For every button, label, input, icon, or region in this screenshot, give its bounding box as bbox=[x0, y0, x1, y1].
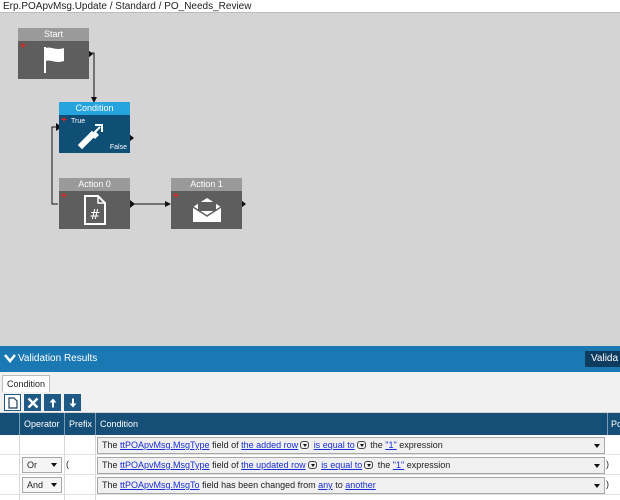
grid-header: Operator Prefix Condition Po bbox=[0, 413, 620, 435]
node-action0-title: Action 0 bbox=[59, 178, 130, 191]
delete-condition-button[interactable] bbox=[24, 394, 41, 411]
condition-cell[interactable]: The ttPOApvMsg.MsgTo field has been chan… bbox=[97, 477, 605, 494]
move-down-button[interactable] bbox=[64, 394, 81, 411]
flag-icon bbox=[43, 47, 64, 73]
add-icon[interactable]: + bbox=[173, 192, 179, 202]
window-title: Erp.POApvMsg.Update / Standard / PO_Need… bbox=[0, 0, 620, 13]
condition-arrows-icon bbox=[77, 124, 103, 149]
condition-cell[interactable]: The ttPOApvMsg.MsgType field of the adde… bbox=[97, 437, 605, 454]
node-start-title: Start bbox=[18, 28, 89, 41]
chevron-down-icon[interactable] bbox=[594, 484, 600, 488]
field-link[interactable]: ttPOApvMsg.MsgType bbox=[120, 460, 210, 470]
delete-x-icon bbox=[27, 397, 38, 408]
column-header-prefix[interactable]: Prefix bbox=[64, 413, 92, 435]
field-link[interactable]: ttPOApvMsg.MsgTo bbox=[120, 480, 200, 490]
node-action1-title: Action 1 bbox=[171, 178, 242, 191]
value-link[interactable]: "1" bbox=[385, 440, 396, 450]
dropdown-icon[interactable] bbox=[364, 461, 374, 469]
chevron-down-icon[interactable] bbox=[51, 463, 57, 467]
svg-text:#: # bbox=[89, 208, 100, 223]
comparison-link[interactable]: is equal to bbox=[314, 440, 355, 450]
column-header-operator[interactable]: Operator bbox=[19, 413, 60, 435]
chevron-down-icon[interactable] bbox=[594, 464, 600, 468]
dropdown-icon[interactable] bbox=[356, 441, 366, 449]
envelope-icon bbox=[192, 198, 221, 222]
document-hash-icon: # bbox=[83, 195, 106, 225]
validate-button[interactable]: Valida bbox=[585, 351, 620, 367]
dropdown-icon[interactable] bbox=[307, 461, 317, 469]
validation-results-title: Validation Results bbox=[18, 353, 98, 364]
add-icon[interactable]: + bbox=[61, 192, 67, 202]
action0-out-port bbox=[130, 200, 135, 208]
tab-strip: Condition bbox=[0, 372, 620, 393]
value-link[interactable]: "1" bbox=[393, 460, 404, 470]
row-link[interactable]: the added row bbox=[241, 440, 298, 450]
table-row[interactable]: And The ttPOApvMsg.MsgTo field has been … bbox=[0, 475, 620, 495]
postfix-cell[interactable]: ) bbox=[606, 457, 609, 471]
node-action-1[interactable]: Action 1 + bbox=[171, 178, 242, 229]
operator-select[interactable]: Or bbox=[22, 457, 62, 473]
dropdown-icon[interactable] bbox=[300, 441, 310, 449]
column-header-postfix[interactable]: Po bbox=[607, 413, 620, 435]
add-icon[interactable]: + bbox=[20, 42, 26, 52]
node-action-0[interactable]: Action 0 + # bbox=[59, 178, 130, 229]
validation-results-header[interactable]: Validation Results Valida bbox=[0, 346, 620, 372]
add-icon[interactable]: + bbox=[61, 116, 67, 126]
move-down-icon bbox=[69, 398, 76, 407]
row-link[interactable]: the updated row bbox=[241, 460, 306, 470]
from-link[interactable]: any bbox=[318, 480, 333, 490]
node-condition[interactable]: Condition + True False bbox=[59, 102, 130, 153]
condition-cell[interactable]: The ttPOApvMsg.MsgType field of the upda… bbox=[97, 457, 605, 474]
prefix-cell[interactable] bbox=[66, 477, 94, 493]
conditions-grid: Operator Prefix Condition Po The ttPOApv… bbox=[0, 413, 620, 500]
table-row[interactable]: Or ( The ttPOApvMsg.MsgType field of the… bbox=[0, 455, 620, 475]
comparison-link[interactable]: is equal to bbox=[321, 460, 362, 470]
table-row[interactable]: The ttPOApvMsg.MsgType field of the adde… bbox=[0, 435, 620, 455]
false-label: False bbox=[109, 144, 127, 151]
chevron-down-icon[interactable] bbox=[4, 352, 16, 364]
tab-condition[interactable]: Condition bbox=[2, 375, 51, 392]
operator-select[interactable]: And bbox=[22, 477, 62, 493]
prefix-cell[interactable]: ( bbox=[66, 457, 94, 473]
node-condition-title: Condition bbox=[59, 102, 130, 115]
chevron-down-icon[interactable] bbox=[594, 444, 600, 448]
node-start[interactable]: Start + bbox=[18, 28, 89, 79]
to-link[interactable]: another bbox=[345, 480, 376, 490]
field-link[interactable]: ttPOApvMsg.MsgType bbox=[120, 440, 210, 450]
chevron-down-icon[interactable] bbox=[51, 483, 57, 487]
workflow-canvas[interactable]: Start + Condition + True False Action 0 … bbox=[0, 14, 620, 346]
condition-toolbar bbox=[0, 392, 620, 412]
postfix-cell[interactable]: ) bbox=[606, 477, 609, 491]
move-up-button[interactable] bbox=[44, 394, 61, 411]
column-header-condition[interactable]: Condition bbox=[95, 413, 138, 435]
connector-condition-action0 bbox=[51, 126, 58, 205]
new-condition-button[interactable] bbox=[4, 394, 21, 411]
new-document-icon bbox=[7, 396, 18, 409]
move-up-icon bbox=[49, 398, 56, 407]
